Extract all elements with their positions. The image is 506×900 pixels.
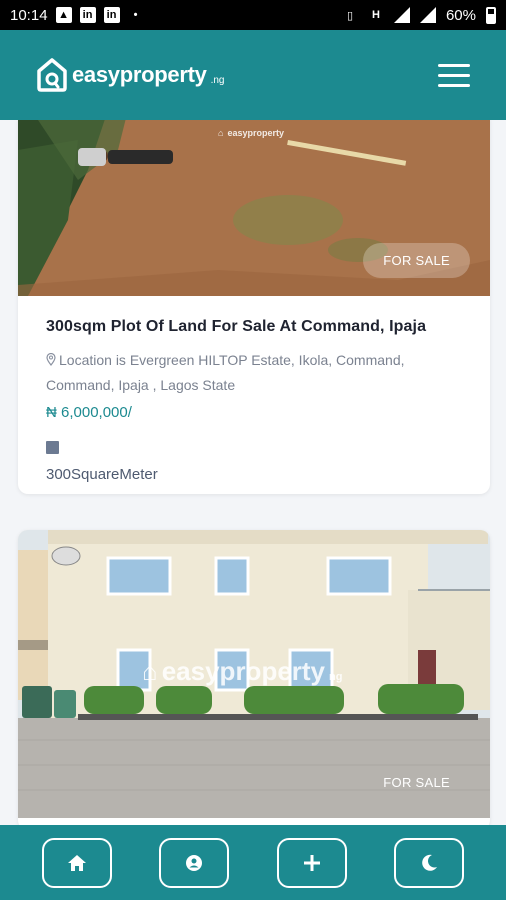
listing-title[interactable]: 300sqm Plot Of Land For Sale At Command,…	[46, 318, 462, 336]
watermark-text: easyproperty	[161, 656, 326, 686]
linkedin-icon: in	[103, 7, 120, 23]
add-listing-button[interactable]	[276, 837, 347, 888]
linkedin-icon: in	[79, 7, 96, 23]
add-icon	[303, 854, 320, 871]
battery-icon	[486, 6, 496, 24]
area-icon	[46, 441, 59, 454]
account-icon	[186, 854, 203, 871]
dot-icon: •	[133, 9, 138, 21]
location-pin-icon	[46, 353, 56, 366]
listing-details: 300sqm Plot Of Land For Sale At Command,…	[18, 296, 490, 483]
listing-card[interactable]: ⌂ easyproperty ng FOR SALE	[18, 530, 490, 825]
listing-photo[interactable]: ⌂ easyproperty ng FOR SALE	[18, 530, 490, 818]
image-icon: ▲	[55, 7, 72, 23]
bottom-nav	[0, 825, 506, 900]
listing-card[interactable]: ⌂ easyproperty FOR SALE 300sqm Plot Of L…	[18, 120, 490, 494]
home-button[interactable]	[41, 837, 112, 888]
photo-watermark: ⌂ easyproperty	[218, 128, 284, 138]
listing-photo[interactable]: ⌂ easyproperty FOR SALE	[18, 120, 490, 296]
for-sale-badge: FOR SALE	[363, 243, 470, 278]
vibrate-icon: ▯	[346, 9, 353, 22]
account-button[interactable]	[159, 837, 230, 888]
logo-suffix: .ng	[210, 74, 225, 86]
watermark-logo-icon: ⌂	[218, 128, 224, 138]
photo-watermark: ⌂ easyproperty ng	[142, 656, 342, 687]
listing-size: 300SquareMeter	[46, 466, 158, 483]
dark-mode-button[interactable]	[394, 837, 465, 888]
watermark-text: easyproperty	[227, 128, 284, 138]
status-bar: 10:14 ▲ in in • ▯ H 60%	[0, 0, 506, 30]
listing-price: ₦ 6,000,000/	[46, 404, 132, 421]
signal-icon	[419, 7, 436, 23]
dark-mode-icon	[422, 854, 438, 871]
listings-feed[interactable]: ⌂ easyproperty FOR SALE 300sqm Plot Of L…	[0, 120, 506, 825]
watermark-logo-icon: ⌂	[142, 656, 158, 686]
h-signal-icon: H	[371, 9, 380, 21]
home-icon	[67, 854, 86, 871]
battery-percent: 60%	[445, 6, 476, 24]
house-logo-icon	[37, 58, 67, 92]
signal-icon	[393, 7, 410, 23]
hamburger-menu-icon[interactable]	[438, 63, 470, 87]
app-header: easyproperty .ng	[0, 30, 506, 120]
status-time: 10:14	[10, 6, 48, 24]
logo[interactable]: easyproperty .ng	[36, 58, 224, 92]
logo-text: easyproperty	[72, 62, 207, 87]
listing-location: Location is Evergreen HILTOP Estate, Iko…	[46, 348, 462, 398]
for-sale-badge: FOR SALE	[383, 775, 450, 790]
watermark-suffix: ng	[329, 670, 343, 683]
location-text: Location is Evergreen HILTOP Estate, Iko…	[46, 352, 405, 393]
